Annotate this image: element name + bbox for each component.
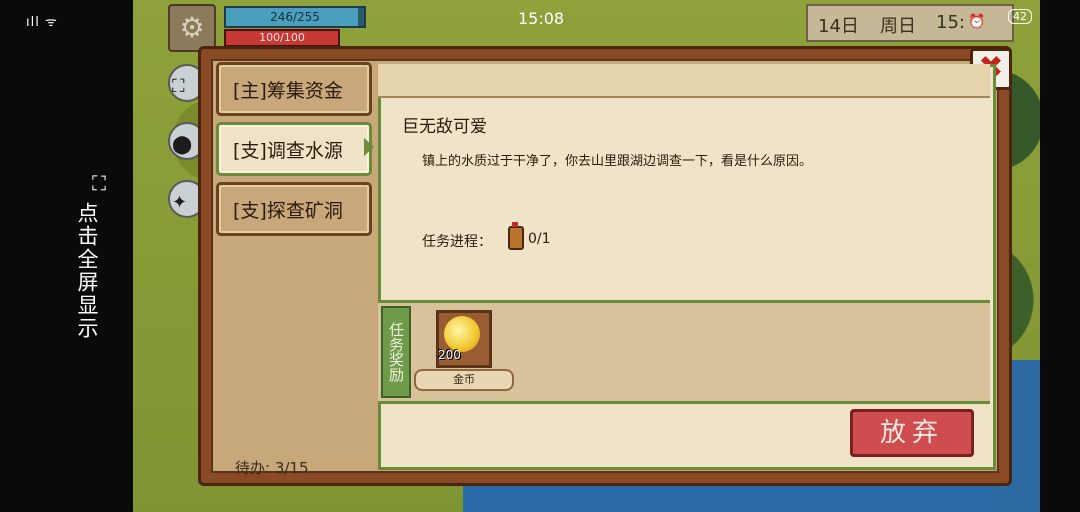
tab-side-quest-water[interactable]: [支]调查水源 bbox=[216, 122, 372, 176]
quest-progress-value: 0/1 bbox=[528, 231, 551, 247]
energy-text: 100/100 bbox=[259, 31, 305, 44]
quest-title: 巨无敌可爱 bbox=[402, 117, 487, 137]
abandon-button[interactable]: 放弃 bbox=[850, 409, 974, 457]
reward-name: 金币 bbox=[414, 369, 514, 391]
fullscreen-text[interactable]: 点击全屏显示 bbox=[72, 202, 102, 340]
battery-level: 42 bbox=[1008, 9, 1032, 24]
alarm-icon: ⏰ bbox=[968, 14, 986, 30]
right-black-strip bbox=[1040, 0, 1080, 512]
detail-header-band bbox=[378, 64, 990, 98]
weekday-label: 周日 bbox=[880, 16, 916, 37]
game-time-label: 15: bbox=[936, 12, 965, 33]
energy-bar: 100/100 bbox=[224, 29, 340, 47]
quest-icon: ✦ bbox=[172, 192, 188, 213]
fullscreen-hint[interactable]: ⛶ 点击全屏显示 bbox=[70, 172, 130, 342]
tab-side-quest-mine[interactable]: [支]探查矿洞 bbox=[216, 182, 372, 236]
active-tab-arrow-icon bbox=[364, 138, 374, 156]
hp-text: 246/255 bbox=[270, 10, 320, 24]
signal-icon: ıll ᯤ bbox=[26, 15, 58, 30]
people-icon: ⛶ bbox=[172, 76, 185, 97]
left-black-strip: ıll ᯤ ⛶ 点击全屏显示 bbox=[0, 0, 133, 512]
quest-description: 镇上的水质过于干净了，你去山里跟湖边调查一下，看是什么原因。 bbox=[422, 154, 813, 169]
hp-bar: 246/255 bbox=[224, 6, 366, 28]
bottle-icon bbox=[508, 222, 524, 250]
tab-main-quest[interactable]: [主]筹集资金 bbox=[216, 62, 372, 116]
status-clock: 15:08 bbox=[518, 9, 565, 28]
quest-progress-label: 任务进程： bbox=[422, 234, 492, 250]
expand-icon[interactable]: ⛶ bbox=[88, 172, 110, 194]
tab-label: [支]调查水源 bbox=[233, 140, 343, 162]
reward-quantity: 200 bbox=[438, 348, 461, 362]
tab-label: [支]探查矿洞 bbox=[233, 200, 343, 222]
map-pin-icon: ⬤ bbox=[172, 134, 193, 155]
reward-tag: 任务奖励 bbox=[381, 306, 411, 398]
tab-label: [主]筹集资金 bbox=[233, 80, 343, 102]
gold-coin-icon bbox=[444, 316, 480, 352]
date-panel: 14日 周日 15: ⏰ bbox=[806, 4, 1014, 42]
settings-gear-icon[interactable]: ⚙ bbox=[168, 4, 216, 52]
battery-indicator: 42 bbox=[1008, 9, 1032, 24]
day-label: 14日 bbox=[818, 16, 859, 37]
pending-count: 待办: 3/15 bbox=[235, 459, 309, 477]
